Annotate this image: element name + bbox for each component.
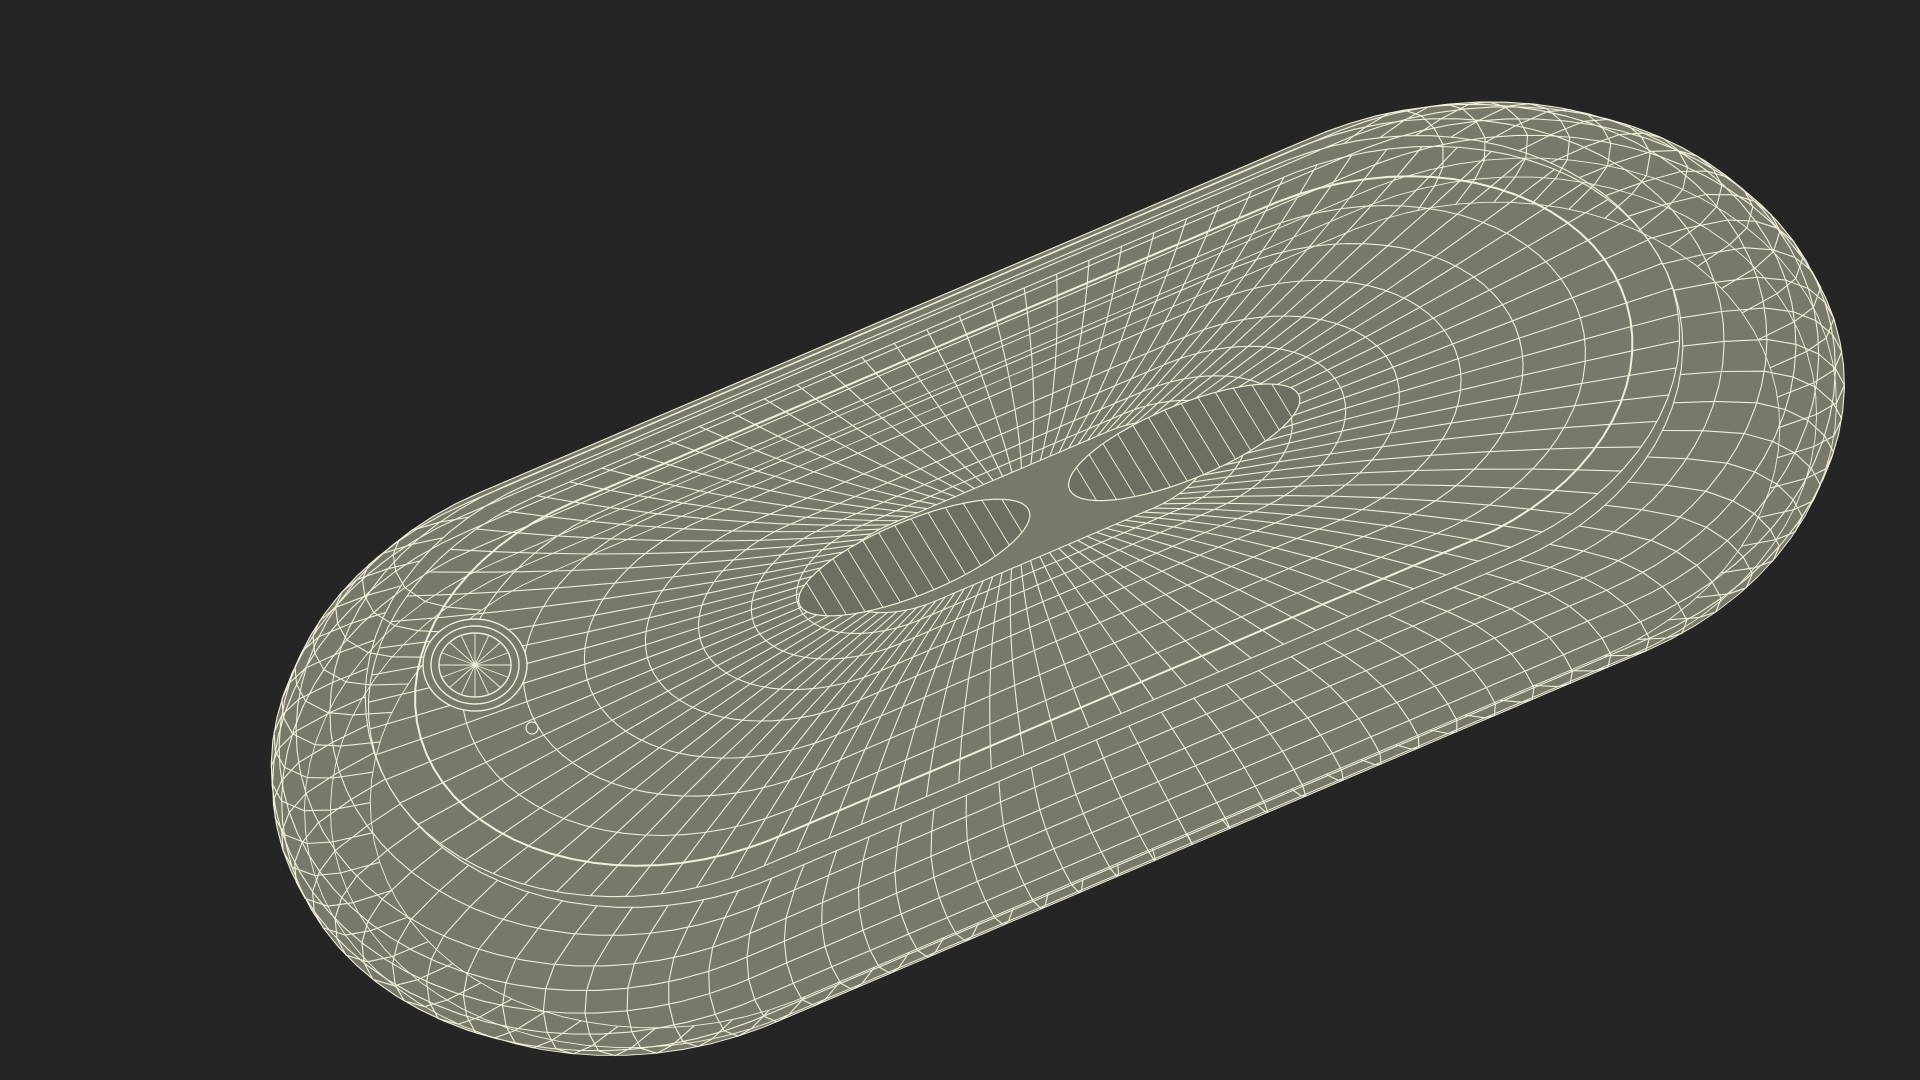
capsule-body: [271, 102, 1845, 1056]
3d-viewport[interactable]: [0, 0, 1920, 1080]
wireframe-model: [270, 101, 1845, 1057]
